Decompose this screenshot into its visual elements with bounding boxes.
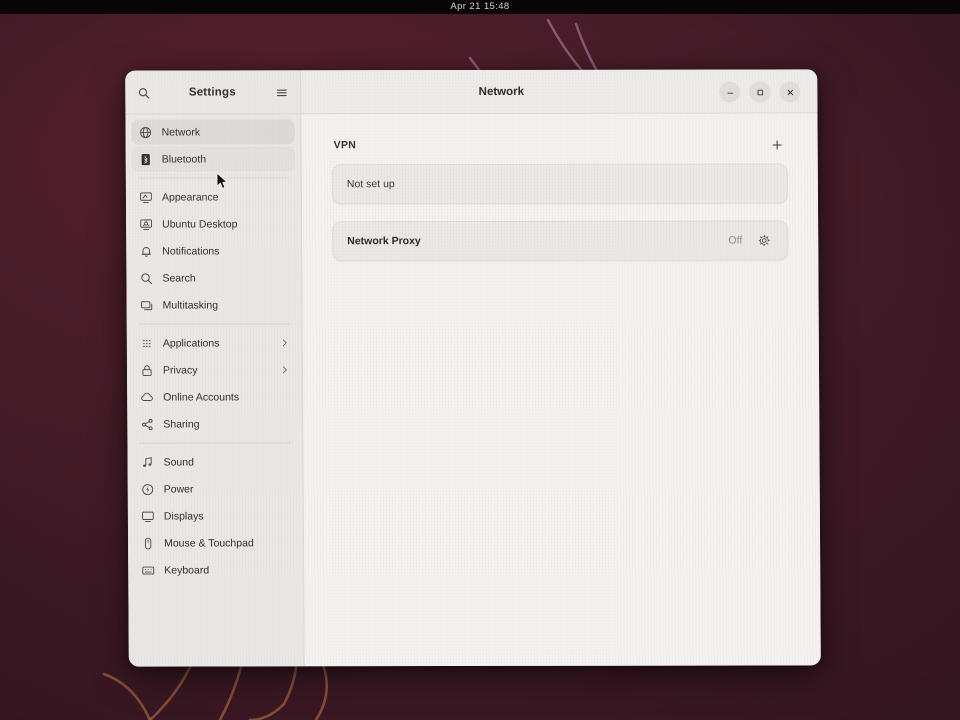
- sidebar-item-appearance[interactable]: Appearance: [132, 184, 295, 209]
- gnome-top-bar[interactable]: Apr 21 15:48: [0, 0, 960, 14]
- network-icon: [138, 124, 154, 140]
- appearance-icon: [138, 189, 154, 205]
- sidebar-item-notifications[interactable]: Notifications: [132, 238, 295, 263]
- displays-icon: [140, 508, 156, 524]
- vpn-status-label: Not set up: [346, 178, 395, 191]
- sidebar-item-label: Online Accounts: [163, 390, 240, 404]
- sidebar-item-label: Multitasking: [162, 298, 219, 312]
- sidebar-divider: [139, 442, 291, 444]
- close-icon: [787, 89, 793, 95]
- sound-icon: [140, 454, 156, 470]
- maximize-button[interactable]: [749, 81, 771, 103]
- chevron-right-icon: [280, 365, 290, 374]
- chevron-right-icon: [280, 338, 290, 347]
- minimize-button[interactable]: [719, 81, 741, 103]
- sharing-icon: [139, 416, 155, 432]
- sidebar-item-label: Keyboard: [164, 563, 210, 577]
- vpn-card: Not set up: [331, 163, 789, 205]
- ubuntu-desktop-icon: [138, 216, 154, 232]
- privacy-lock-icon: [139, 362, 155, 378]
- sidebar-item-network[interactable]: Network: [131, 119, 295, 145]
- sidebar-item-label: Privacy: [162, 363, 198, 377]
- power-icon: [140, 481, 156, 497]
- maximize-icon: [757, 89, 763, 95]
- sidebar-item-mouse-touchpad[interactable]: Mouse & Touchpad: [134, 530, 297, 555]
- network-proxy-label: Network Proxy: [347, 235, 421, 248]
- sidebar-item-label: Sharing: [163, 417, 200, 431]
- sidebar-header: Settings: [125, 70, 302, 115]
- sidebar-item-label: Notifications: [162, 244, 220, 258]
- search-icon: [138, 87, 149, 99]
- sidebar-item-keyboard[interactable]: Keyboard: [134, 557, 297, 582]
- sidebar-item-label: Bluetooth: [161, 152, 207, 166]
- sidebar-item-label: Search: [162, 271, 196, 285]
- sidebar-title: Settings: [188, 86, 236, 99]
- network-proxy-row[interactable]: Network Proxy Off: [333, 221, 787, 260]
- vpn-section-title: VPN: [333, 139, 357, 152]
- applications-icon: [139, 335, 155, 351]
- online-accounts-icon: [139, 389, 155, 405]
- sidebar-item-label: Power: [163, 482, 194, 496]
- network-proxy-card: Network Proxy Off: [332, 220, 789, 262]
- gear-icon: [758, 234, 770, 247]
- sidebar-item-multitasking[interactable]: Multitasking: [133, 292, 296, 317]
- mouse-icon: [140, 535, 156, 551]
- window-titlebar: Network: [301, 69, 818, 115]
- network-proxy-value: Off: [728, 234, 743, 247]
- desktop-screen: Settings Network Network Bluetooth Appea…: [0, 0, 960, 720]
- sidebar-item-power[interactable]: Power: [134, 476, 297, 501]
- sidebar-item-label: Network: [161, 125, 201, 139]
- sidebar-item-label: Sound: [163, 455, 194, 469]
- network-settings-panel: VPN Not set up Network Proxy Off: [301, 113, 821, 667]
- sidebar-item-label: Displays: [163, 509, 204, 523]
- sidebar-item-label: Mouse & Touchpad: [164, 536, 254, 550]
- sidebar-divider: [137, 177, 289, 179]
- add-vpn-button[interactable]: [768, 135, 786, 153]
- multitasking-icon: [139, 297, 155, 313]
- sidebar-item-ubuntu-desktop[interactable]: Ubuntu Desktop: [132, 211, 295, 236]
- window-title: Network: [478, 85, 525, 98]
- sidebar-item-search[interactable]: Search: [132, 265, 295, 290]
- sidebar-item-online-accounts[interactable]: Online Accounts: [133, 384, 296, 409]
- search-icon: [138, 270, 154, 286]
- sidebar-item-label: Appearance: [161, 190, 219, 204]
- sidebar-item-privacy[interactable]: Privacy: [133, 357, 296, 382]
- sidebar-item-label: Applications: [162, 336, 220, 350]
- settings-sidebar[interactable]: Network Bluetooth Appearance Ubuntu Desk…: [125, 114, 305, 667]
- close-button[interactable]: [779, 81, 801, 103]
- sidebar-item-displays[interactable]: Displays: [134, 503, 297, 528]
- hamburger-menu-icon: [276, 89, 287, 96]
- network-proxy-settings-button[interactable]: [754, 231, 773, 250]
- sidebar-item-label: Ubuntu Desktop: [162, 217, 238, 231]
- sidebar-divider: [138, 323, 290, 325]
- sidebar-item-bluetooth[interactable]: Bluetooth: [131, 146, 295, 172]
- notifications-icon: [138, 243, 154, 259]
- sidebar-item-sound[interactable]: Sound: [133, 449, 296, 474]
- plus-icon: [772, 139, 782, 149]
- sidebar-item-sharing[interactable]: Sharing: [133, 411, 296, 436]
- sidebar-item-applications[interactable]: Applications: [133, 330, 296, 355]
- settings-window: Settings Network Network Bluetooth Appea…: [125, 69, 821, 667]
- topbar-clock[interactable]: Apr 21 15:48: [0, 0, 960, 14]
- bluetooth-icon: [138, 151, 154, 167]
- minimize-icon: [726, 92, 733, 94]
- vpn-section-header: VPN: [332, 135, 788, 154]
- hamburger-menu-button[interactable]: [270, 81, 292, 103]
- vpn-status-row[interactable]: Not set up: [333, 164, 787, 203]
- search-button[interactable]: [131, 81, 155, 105]
- keyboard-icon: [140, 562, 156, 578]
